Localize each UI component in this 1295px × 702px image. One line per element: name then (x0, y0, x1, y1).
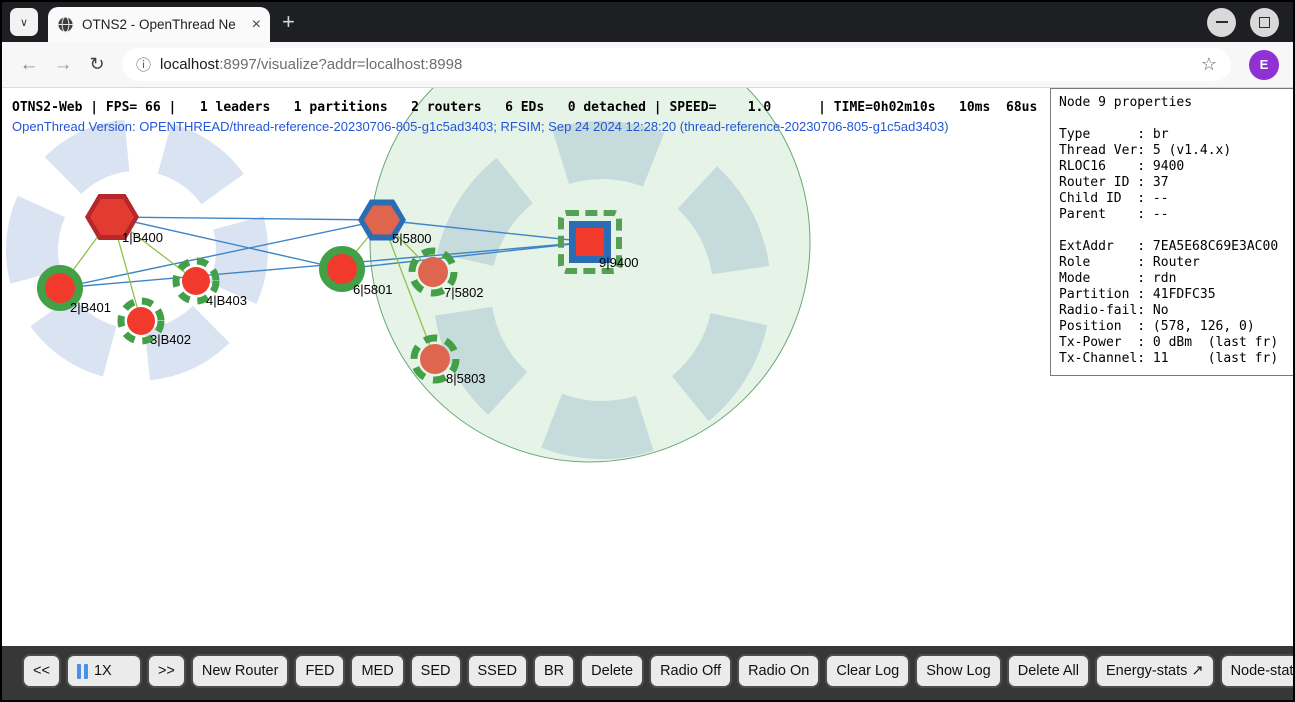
back-button[interactable]: ← (12, 54, 46, 76)
prop-extaddr: ExtAddr : 7EA5E68C69E3AC00 (1059, 239, 1293, 255)
simulation-canvas[interactable]: 1|B400 2|B401 3|B402 4|B403 5|5800 6|580… (2, 88, 1293, 646)
prop-type: Type : br (1059, 127, 1293, 143)
new-router-button[interactable]: New Router (191, 654, 290, 688)
url-path: :8997/visualize?addr=localhost:8998 (219, 56, 462, 73)
br-button[interactable]: BR (533, 654, 575, 688)
minimize-icon (1216, 21, 1228, 23)
step-back-button[interactable]: << (22, 654, 61, 688)
site-favicon-icon (57, 16, 74, 33)
prop-router-id: Router ID : 37 (1059, 175, 1293, 191)
node-label: 2|B401 (70, 300, 111, 315)
delete-all-button[interactable]: Delete All (1007, 654, 1090, 688)
chevron-down-icon: ∨ (20, 16, 28, 29)
simulator-control-bar: << 1X >> New Router FED MED SED SSED BR … (2, 646, 1293, 700)
node-label: 8|5803 (446, 371, 486, 386)
prop-partition: Partition : 41FDFC35 (1059, 287, 1293, 303)
tab-close-icon[interactable]: × (252, 17, 261, 33)
prop-parent: Parent : -- (1059, 207, 1293, 223)
prop-tx-channel: Tx-Channel: 11 (last fr) (1059, 351, 1293, 367)
node-stats-button[interactable]: Node-stats ↗ (1220, 654, 1295, 688)
pause-icon (77, 664, 88, 679)
ssed-button[interactable]: SSED (467, 654, 529, 688)
step-forward-button[interactable]: >> (147, 654, 186, 688)
radio-off-button[interactable]: Radio Off (649, 654, 732, 688)
openthread-version-link[interactable]: OpenThread Version: OPENTHREAD/thread-re… (12, 119, 949, 134)
delete-button[interactable]: Delete (580, 654, 644, 688)
prop-thread-ver: Thread Ver: 5 (v1.4.x) (1059, 143, 1293, 159)
radio-on-button[interactable]: Radio On (737, 654, 820, 688)
minimize-button[interactable] (1207, 8, 1236, 37)
speed-button[interactable]: 1X (66, 654, 142, 688)
prop-role: Role : Router (1059, 255, 1293, 271)
speed-label: 1X (94, 663, 112, 679)
energy-stats-button[interactable]: Energy-stats ↗ (1095, 654, 1215, 688)
tab-strip: ∨ OTNS2 - OpenThread Ne × + (2, 2, 1293, 42)
browser-toolbar: ← → ↻ ⓘ localhost:8997/visualize?addr=lo… (2, 42, 1293, 88)
prop-tx-power: Tx-Power : 0 dBm (last fr) (1059, 335, 1293, 351)
prop-mode: Mode : rdn (1059, 271, 1293, 287)
browser-tab[interactable]: OTNS2 - OpenThread Ne × (48, 7, 270, 42)
sed-button[interactable]: SED (410, 654, 462, 688)
panel-title: Node 9 properties (1059, 95, 1293, 111)
maximize-button[interactable] (1250, 8, 1279, 37)
address-bar[interactable]: ⓘ localhost:8997/visualize?addr=localhos… (122, 48, 1231, 81)
reload-button[interactable]: ↻ (80, 54, 114, 75)
prop-child-id: Child ID : -- (1059, 191, 1293, 207)
node-properties-panel: Node 9 properties Type : br Thread Ver: … (1050, 88, 1293, 376)
window-controls (1207, 8, 1279, 37)
node-label: 6|5801 (353, 282, 393, 297)
profile-avatar[interactable]: E (1249, 50, 1279, 80)
show-log-button[interactable]: Show Log (915, 654, 1002, 688)
med-button[interactable]: MED (350, 654, 404, 688)
tab-search-button[interactable]: ∨ (10, 8, 38, 36)
prop-rloc16: RLOC16 : 9400 (1059, 159, 1293, 175)
fed-button[interactable]: FED (294, 654, 345, 688)
url-host: localhost (160, 56, 219, 73)
node-label: 7|5802 (444, 285, 484, 300)
tab-title: OTNS2 - OpenThread Ne (82, 17, 244, 32)
url-text: localhost:8997/visualize?addr=localhost:… (160, 56, 1192, 73)
node-label: 9|9400 (599, 255, 639, 270)
node-label: 3|B402 (150, 332, 191, 347)
bookmark-star-icon[interactable]: ☆ (1201, 54, 1217, 75)
node-label: 1|B400 (122, 230, 163, 245)
maximize-icon (1259, 17, 1270, 28)
clear-log-button[interactable]: Clear Log (825, 654, 910, 688)
node-label: 5|5800 (392, 231, 432, 246)
node-label: 4|B403 (206, 293, 247, 308)
new-tab-button[interactable]: + (282, 11, 295, 33)
page-info-icon[interactable]: ⓘ (136, 54, 151, 75)
prop-position: Position : (578, 126, 0) (1059, 319, 1293, 335)
simulator-status-line: OTNS2-Web | FPS= 66 | 1 leaders 1 partit… (12, 100, 1037, 115)
forward-button[interactable]: → (46, 54, 80, 76)
browser-window: ∨ OTNS2 - OpenThread Ne × + ← → ↻ ⓘ (0, 0, 1295, 702)
prop-radio-fail: Radio-fail: No (1059, 303, 1293, 319)
